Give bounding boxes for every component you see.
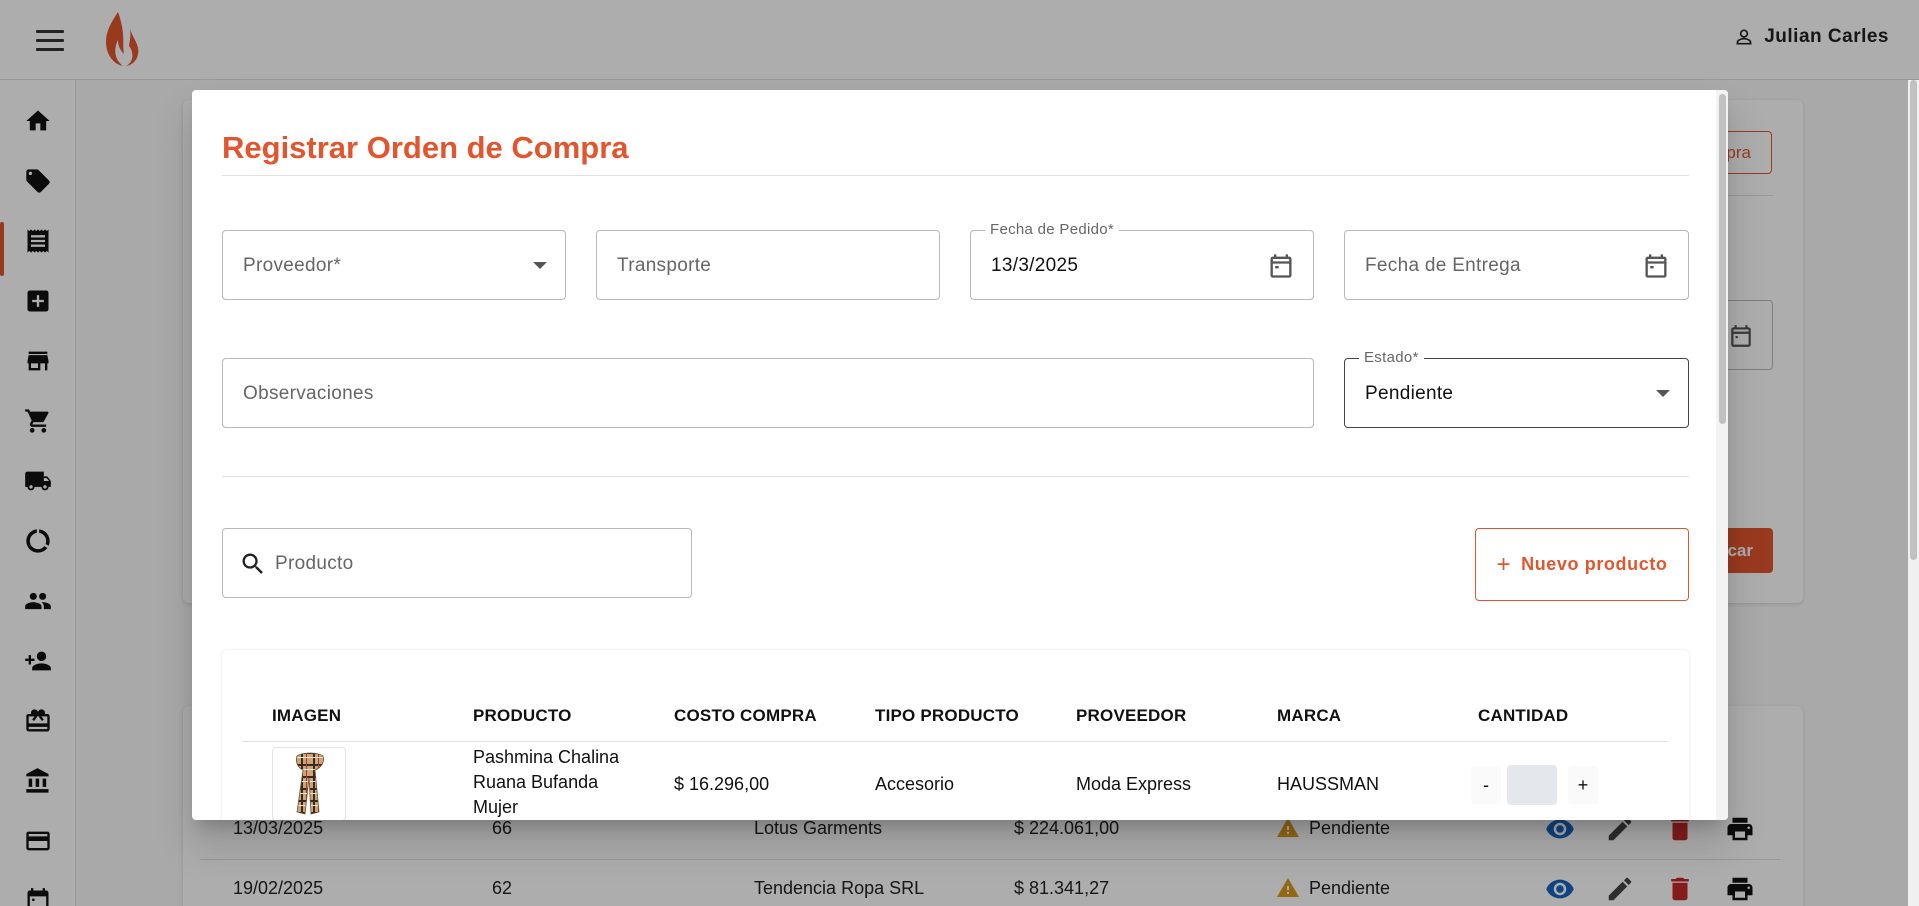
column-header-cost: COSTO COMPRA [674,706,817,725]
calendar-icon[interactable] [1642,252,1670,280]
product-supplier: Moda Express [1076,774,1192,794]
product-name-line: Mujer [473,797,519,817]
status-value: Pendiente [1365,383,1454,404]
new-product-button[interactable]: + Nuevo producto [1475,528,1689,601]
product-brand: HAUSSMAN [1277,774,1380,794]
product-search-placeholder: Producto [275,553,354,574]
order-date-label: Fecha de Pedido* [985,221,1120,238]
plus-icon: + [1496,550,1512,578]
column-header-product: PRODUCTO [473,706,572,725]
purchase-order-dialog: Registrar Orden de Compra Proveedor* Tra… [192,90,1728,820]
observations-placeholder: Observaciones [243,383,374,404]
product-image [272,747,346,820]
product-name: Pashmina Chalina Ruana Bufanda Mujer [473,745,619,820]
products-table: IMAGEN PRODUCTO COSTO COMPRA TIPO PRODUC… [222,650,1689,820]
order-date-input[interactable]: Fecha de Pedido* 13/3/2025 [970,221,1314,300]
status-select[interactable]: Estado* Pendiente [1344,349,1689,428]
column-header-supplier: PROVEEDOR [1076,706,1187,725]
quantity-input[interactable] [1507,765,1557,805]
product-name-line: Pashmina Chalina [473,747,620,767]
dialog-scrollbar[interactable] [1716,90,1728,820]
title-divider [222,175,1689,176]
page-scrollbar-thumb[interactable] [1910,80,1917,560]
order-date-value: 13/3/2025 [991,255,1079,276]
supplier-placeholder: Proveedor* [243,255,342,276]
status-label: Estado* [1359,349,1424,366]
product-type: Accesorio [875,774,955,794]
scarf-image [295,752,324,815]
search-icon [242,553,263,574]
product-cost: $ 16.296,00 [674,774,770,794]
dropdown-arrow-icon[interactable] [533,262,547,269]
product-search-input[interactable]: Producto [222,528,692,598]
transport-placeholder: Transporte [617,255,712,276]
dialog-title: Registrar Orden de Compra [222,130,629,165]
delivery-date-input[interactable]: Fecha de Entrega [1344,230,1689,300]
delivery-date-placeholder: Fecha de Entrega [1365,255,1521,276]
dropdown-arrow-icon[interactable] [1656,390,1670,397]
product-name-line: Ruana Bufanda [473,772,599,792]
column-header-brand: MARCA [1277,706,1342,725]
decrement-button[interactable]: - [1471,766,1501,804]
calendar-icon[interactable] [1267,252,1295,280]
new-product-label: Nuevo producto [1521,554,1668,574]
header-divider [242,741,1667,742]
column-header-quantity: CANTIDAD [1478,706,1569,725]
column-header-type: TIPO PRODUCTO [875,706,1019,725]
page-scrollbar[interactable] [1908,80,1919,906]
supplier-select[interactable]: Proveedor* [222,230,566,300]
column-header-image: IMAGEN [272,706,342,725]
observations-input[interactable]: Observaciones [222,358,1314,428]
increment-button[interactable]: + [1568,766,1598,804]
dialog-scrollbar-thumb[interactable] [1719,94,1726,424]
section-divider [222,476,1689,477]
transport-input[interactable]: Transporte [596,230,940,300]
